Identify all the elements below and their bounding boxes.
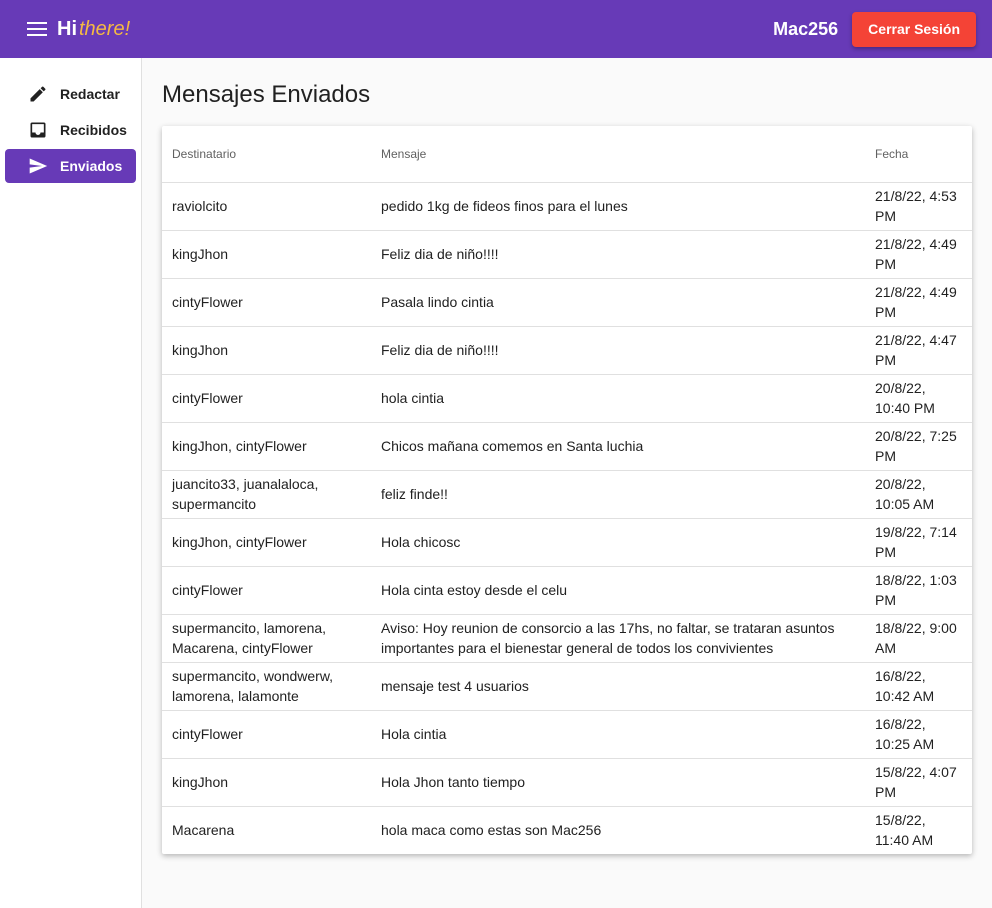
table-row[interactable]: cintyFlower Hola cintia 16/8/22, 10:25 AM xyxy=(162,710,972,759)
menu-icon[interactable] xyxy=(25,17,49,41)
sidebar-item-recibidos[interactable]: Recibidos xyxy=(5,113,136,147)
message-cell: Chicos mañana comemos en Santa luchia xyxy=(371,422,865,471)
date-cell: 20/8/22, 10:05 AM xyxy=(865,470,972,519)
main-content: Mensajes Enviados Destinatario Mensaje F… xyxy=(162,58,972,854)
message-cell: Hola Jhon tanto tiempo xyxy=(371,758,865,807)
logo-main: Hi xyxy=(57,17,77,40)
message-cell: Hola cinta estoy desde el celu xyxy=(371,566,865,615)
send-icon xyxy=(27,155,49,177)
message-cell: Pasala lindo cintia xyxy=(371,278,865,327)
app-logo: Hi there! xyxy=(57,18,130,41)
recipient-cell: juancito33, juanalaloca, supermancito xyxy=(162,470,371,519)
table-body: raviolcito pedido 1kg de fideos finos par… xyxy=(162,182,972,854)
column-header-mensaje: Mensaje xyxy=(371,126,865,183)
table-row[interactable]: kingJhon Feliz dia de niño!!!! 21/8/22, 4:… xyxy=(162,326,972,375)
inbox-icon xyxy=(27,119,49,141)
recipient-cell: kingJhon xyxy=(162,230,371,279)
recipient-cell: supermancito, lamorena, Macarena, cintyF… xyxy=(162,614,371,663)
date-cell: 21/8/22, 4:49 PM xyxy=(865,230,972,279)
table-row[interactable]: kingJhon Hola Jhon tanto tiempo 15/8/22, 4… xyxy=(162,758,972,807)
table-row[interactable]: raviolcito pedido 1kg de fideos finos par… xyxy=(162,182,972,231)
recipient-cell: cintyFlower xyxy=(162,278,371,327)
table-row[interactable]: juancito33, juanalaloca, supermancito fel… xyxy=(162,470,972,519)
table-header-row: Destinatario Mensaje Fecha xyxy=(162,126,972,183)
message-cell: Aviso: Hoy reunion de consorcio a las 17… xyxy=(371,614,865,663)
date-cell: 21/8/22, 4:47 PM xyxy=(865,326,972,375)
app-bar: Hi there! Mac256 Cerrar Sesión xyxy=(0,0,992,58)
date-cell: 20/8/22, 10:40 PM xyxy=(865,374,972,423)
date-cell: 15/8/22, 11:40 AM xyxy=(875,812,934,849)
message-cell: Feliz dia de niño!!!! xyxy=(371,230,865,279)
table-row[interactable]: supermancito, lamorena, Macarena, cintyF… xyxy=(162,614,972,663)
table-row[interactable]: kingJhon, cintyFlower Hola chicosc 19/8/22… xyxy=(162,518,972,567)
message-cell: hola cintia xyxy=(371,374,865,423)
message-cell: mensaje test 4 usuarios xyxy=(371,662,865,711)
table-row[interactable]: kingJhon, cintyFlower Chicos mañana comem… xyxy=(162,422,972,471)
message-cell: pedido 1kg de fideos finos para el lunes xyxy=(371,182,865,231)
sidebar-item-redactar[interactable]: Redactar xyxy=(5,77,136,111)
logo-accent: there! xyxy=(79,17,131,40)
pencil-icon xyxy=(27,83,49,105)
recipient-cell: cintyFlower xyxy=(162,710,371,759)
recipient-cell: supermancito, wondwerw, lamorena, lalamo… xyxy=(162,662,371,711)
message-cell: feliz finde!! xyxy=(371,470,865,519)
column-header-destinatario: Destinatario xyxy=(162,126,371,183)
message-cell: Hola cintia xyxy=(371,710,865,759)
sidebar-item-label: Enviados xyxy=(60,158,123,174)
current-username: Mac256 xyxy=(773,18,839,39)
recipient-cell: kingJhon xyxy=(162,326,371,375)
recipient-cell: kingJhon, cintyFlower xyxy=(162,518,371,567)
sidebar: Redactar Recibidos Enviados xyxy=(0,58,142,908)
recipient-cell: Macarena xyxy=(172,822,235,839)
messages-table-card: Destinatario Mensaje Fecha raviolcito ped… xyxy=(162,126,972,854)
sent-messages-table: Destinatario Mensaje Fecha raviolcito ped… xyxy=(162,126,972,854)
recipient-cell: raviolcito xyxy=(162,182,371,231)
column-header-fecha: Fecha xyxy=(865,126,972,183)
message-cell: Feliz dia de niño!!!! xyxy=(371,326,865,375)
date-cell: 16/8/22, 10:25 AM xyxy=(865,710,972,759)
table-row[interactable]: cintyFlower hola cintia 20/8/22, 10:40 PM xyxy=(162,374,972,423)
sidebar-item-enviados[interactable]: Enviados xyxy=(5,149,136,183)
table-row[interactable]: Macarena hola maca como estas son Mac256 1… xyxy=(162,806,972,854)
message-cell: hola maca como estas son Mac256 xyxy=(381,822,602,839)
table-row[interactable]: kingJhon Feliz dia de niño!!!! 21/8/22, 4:… xyxy=(162,230,972,279)
date-cell: 21/8/22, 4:53 PM xyxy=(865,182,972,231)
sidebar-item-label: Redactar xyxy=(60,86,120,102)
logout-button[interactable]: Cerrar Sesión xyxy=(852,11,976,47)
recipient-cell: kingJhon, cintyFlower xyxy=(162,422,371,471)
date-cell: 18/8/22, 9:00 AM xyxy=(865,614,972,663)
message-cell: Hola chicosc xyxy=(371,518,865,567)
page-title: Mensajes Enviados xyxy=(162,81,371,108)
date-cell: 18/8/22, 1:03 PM xyxy=(865,566,972,615)
sidebar-item-label: Recibidos xyxy=(60,122,127,138)
recipient-cell: cintyFlower xyxy=(162,374,371,423)
table-row[interactable]: cintyFlower Pasala lindo cintia 21/8/22, 4… xyxy=(162,278,972,327)
date-cell: 16/8/22, 10:42 AM xyxy=(865,662,972,711)
recipient-cell: cintyFlower xyxy=(162,566,371,615)
date-cell: 21/8/22, 4:49 PM xyxy=(865,278,972,327)
date-cell: 19/8/22, 7:14 PM xyxy=(865,518,972,567)
table-row[interactable]: supermancito, wondwerw, lamorena, lalamo… xyxy=(162,662,972,711)
table-row[interactable]: cintyFlower Hola cinta estoy desde el cel… xyxy=(162,566,972,615)
date-cell: 15/8/22, 4:07 PM xyxy=(865,758,972,807)
recipient-cell: kingJhon xyxy=(162,758,371,807)
date-cell: 20/8/22, 7:25 PM xyxy=(865,422,972,471)
